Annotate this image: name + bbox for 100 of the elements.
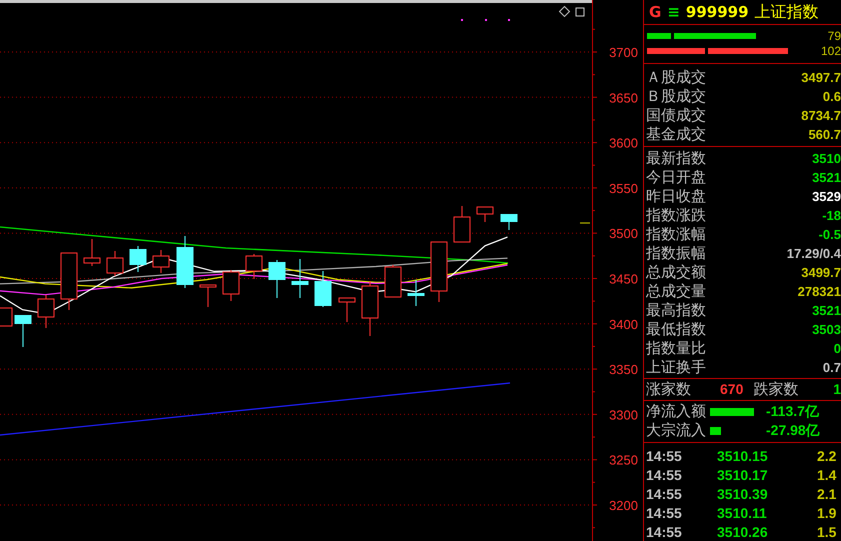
price-marker <box>580 222 590 224</box>
axis-label: 3550 <box>609 180 638 196</box>
tick-price: 3510.39 <box>717 485 769 504</box>
candlestick <box>476 206 494 222</box>
market-marker: G <box>649 2 662 23</box>
stat-value: -0.5 <box>818 226 841 244</box>
candlestick <box>430 242 448 302</box>
stat-value: 278321 <box>798 282 841 301</box>
stat-label: 总成交量 <box>645 282 706 301</box>
candlestick <box>106 250 124 276</box>
candlestick <box>200 284 216 308</box>
axis-label: 3500 <box>609 226 638 242</box>
axis-label: 3450 <box>609 272 638 286</box>
candlestick <box>246 254 262 280</box>
stat-value: 3503 <box>812 320 841 339</box>
stat-value: 0 <box>834 340 841 358</box>
flow-value: -27.98亿 <box>766 421 820 440</box>
candlestick <box>338 298 356 322</box>
candlestick <box>408 280 424 306</box>
stat-label: 总成交额 <box>645 263 706 282</box>
candlestick <box>0 308 12 326</box>
candlestick <box>222 270 240 302</box>
candlestick <box>384 264 402 298</box>
flow-bar <box>710 426 721 434</box>
tick-volume: 1.9 <box>817 504 836 523</box>
candlestick <box>292 258 308 298</box>
tick-volume: 1.5 <box>817 523 836 541</box>
stat-value: 17.29/0.4 <box>786 244 841 263</box>
axis-label: 3600 <box>609 136 638 151</box>
down-count: 1 <box>833 380 841 399</box>
tick-time: 14:55 <box>645 523 683 541</box>
stat-label: 最新指数 <box>645 149 706 168</box>
tick-time: 14:55 <box>645 504 683 523</box>
stat-value: -18 <box>822 206 841 225</box>
diamond-icon <box>558 6 570 18</box>
axis-label: 3300 <box>609 407 638 422</box>
square-icon <box>576 8 584 16</box>
stat-value: 3521 <box>812 302 841 320</box>
stat-value: 3497.7 <box>801 68 841 87</box>
stat-label: 基金成交 <box>645 125 706 144</box>
axis-label: 3650 <box>609 90 638 106</box>
flow-bar <box>710 408 754 416</box>
candlestick <box>176 236 194 288</box>
tick-price: 3510.17 <box>717 466 769 485</box>
menu-icon[interactable]: ≡ <box>667 0 680 24</box>
candlestick <box>454 206 470 242</box>
stat-label: 指数涨跌 <box>645 206 706 225</box>
axis-label: 3400 <box>609 316 638 332</box>
candlestick <box>14 314 32 348</box>
stat-label: 大宗流入 <box>645 421 706 440</box>
tick-volume: 2.1 <box>817 485 836 504</box>
candlestick <box>60 252 78 310</box>
candlestick <box>152 250 170 274</box>
tick-volume: 2.2 <box>817 447 836 466</box>
stat-value: 3510 <box>812 150 841 168</box>
candlestick <box>500 214 518 230</box>
stock-code: 999999 <box>686 2 749 23</box>
stat-label: 跌家数 <box>752 380 798 399</box>
stat-label: 今日开盘 <box>645 168 706 187</box>
tick-price: 3510.11 <box>717 504 768 523</box>
tick-time: 14:55 <box>645 485 683 504</box>
stock-name: 上证指数 <box>754 1 819 23</box>
axis-label: 3350 <box>609 362 638 378</box>
stat-label: 涨家数 <box>645 380 691 399</box>
stat-label: 上证换手 <box>645 358 706 377</box>
stat-label: Ｂ股成交 <box>645 87 706 106</box>
tick-volume: 1.4 <box>817 466 836 485</box>
axis-label: 3200 <box>609 498 638 513</box>
candlestick <box>314 270 332 308</box>
stat-value: 3529 <box>812 188 841 206</box>
tick-price: 3510.15 <box>717 447 769 466</box>
stat-value: 0.6 <box>822 88 841 106</box>
stat-value: 560.7 <box>808 126 841 144</box>
stat-value: 8734.7 <box>801 106 841 125</box>
tick-time: 14:55 <box>645 466 683 485</box>
flow-value: -113.7亿 <box>766 402 819 421</box>
stat-label: 国债成交 <box>645 106 706 125</box>
stat-label: 净流入额 <box>645 402 706 421</box>
candlestick <box>130 246 146 272</box>
candlestick <box>362 280 378 336</box>
stat-label: 指数量比 <box>645 339 706 358</box>
stat-value: 3499.7 <box>801 264 841 282</box>
ratio-value: 102 <box>820 42 841 60</box>
stat-value: 3521 <box>812 168 841 187</box>
candlestick <box>84 238 100 266</box>
stat-label: 指数振幅 <box>645 244 706 263</box>
axis-label: 3250 <box>609 452 638 468</box>
stat-label: 昨日收盘 <box>645 187 706 206</box>
candlestick <box>38 294 54 328</box>
stat-value: 0.7 <box>822 358 841 377</box>
axis-label: 3700 <box>609 45 638 60</box>
stat-label: Ａ股成交 <box>645 68 706 87</box>
candlestick <box>268 260 286 298</box>
stat-label: 最高指数 <box>645 301 706 320</box>
stat-label: 指数涨幅 <box>645 225 706 244</box>
tick-time: 14:55 <box>645 447 683 466</box>
up-count: 670 <box>720 380 744 399</box>
stat-label: 最低指数 <box>645 320 706 339</box>
tick-price: 3510.26 <box>717 523 769 541</box>
ratio-value: 79 <box>828 28 841 44</box>
